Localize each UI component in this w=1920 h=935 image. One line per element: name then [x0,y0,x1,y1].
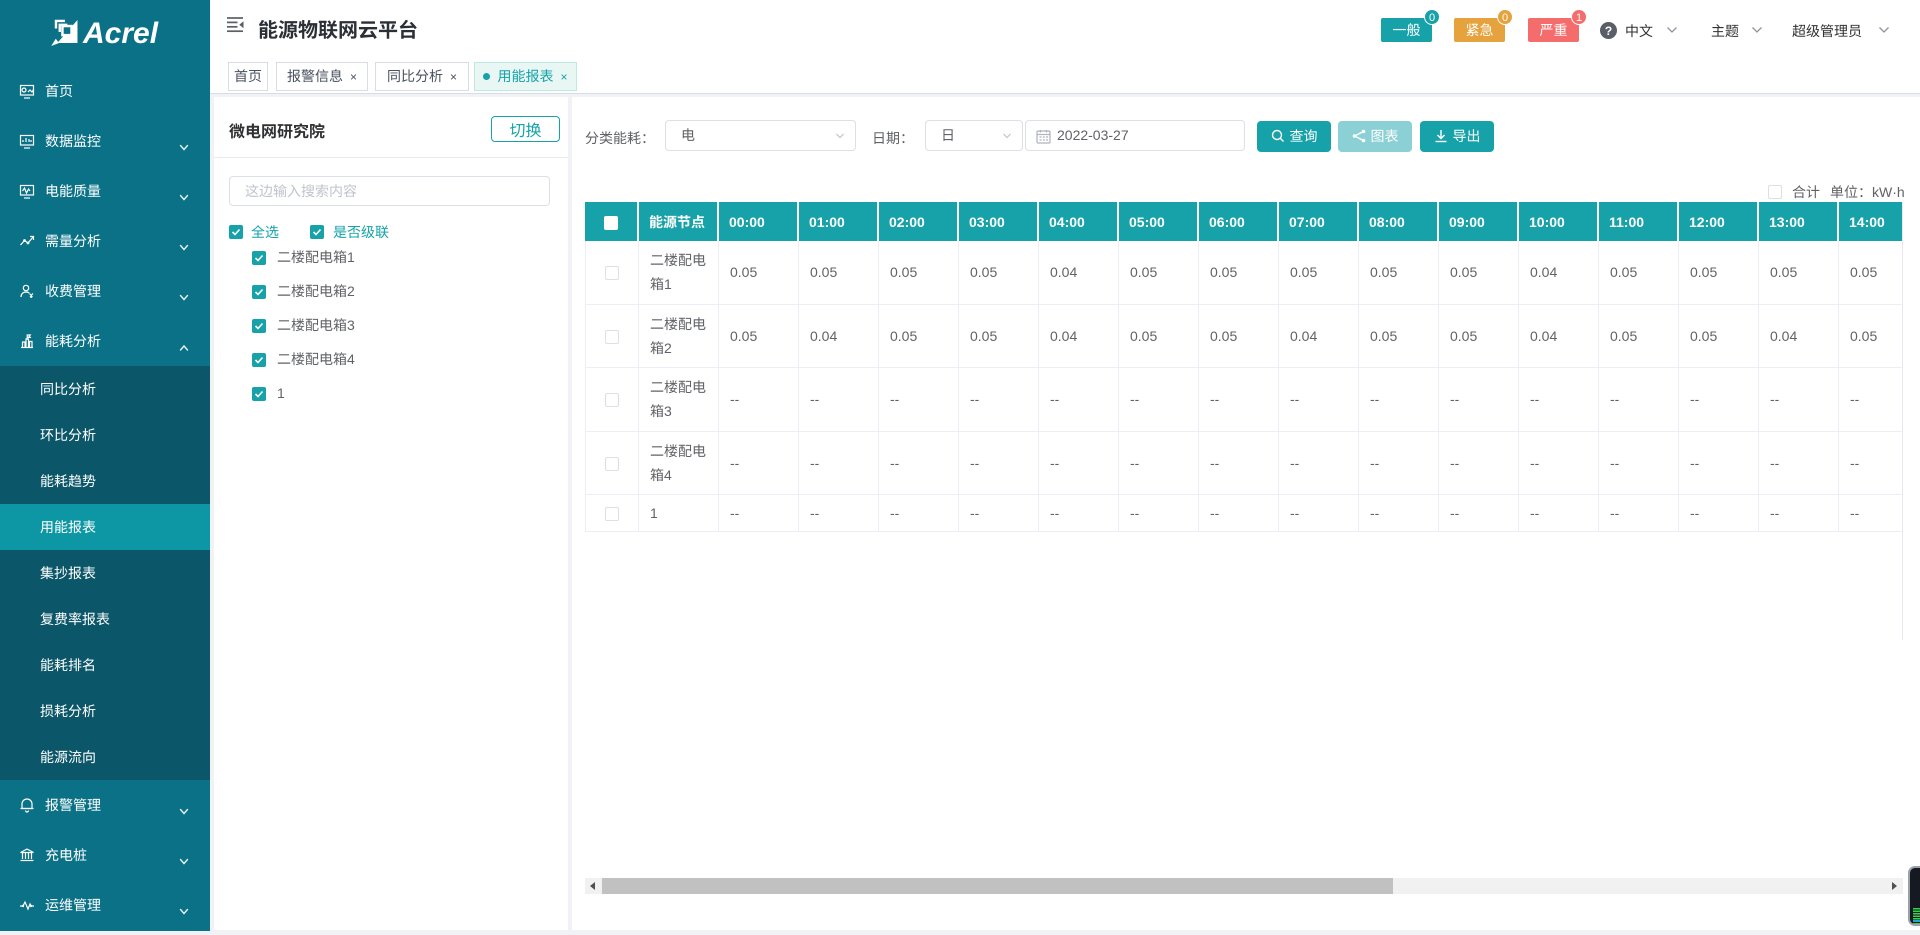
svg-text:Acrel: Acrel [82,17,159,50]
